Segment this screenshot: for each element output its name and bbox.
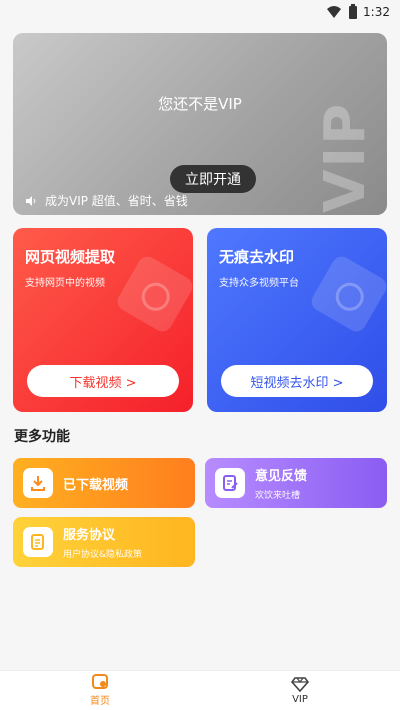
download-icon bbox=[23, 468, 53, 498]
func-title: 已下载视频 bbox=[63, 477, 129, 493]
feedback-edit-icon bbox=[215, 468, 245, 498]
battery-icon bbox=[349, 3, 358, 19]
remove-watermark-button[interactable]: 短视频去水印 > bbox=[221, 365, 373, 397]
nav-home[interactable]: 首页 bbox=[0, 671, 200, 710]
vip-status-title: 您还不是VIP bbox=[158, 95, 242, 113]
func-title: 服务协议 bbox=[63, 528, 116, 543]
feedback-item[interactable]: 意见反馈 欢饮来吐槽 bbox=[205, 458, 387, 508]
nav-home-label: 首页 bbox=[90, 696, 110, 707]
func-title: 意见反馈 bbox=[255, 469, 308, 484]
web-video-extract-card[interactable]: 网页视频提取 支持网页中的视频 下载视频 > bbox=[13, 228, 193, 412]
speaker-icon bbox=[26, 195, 36, 206]
vip-banner[interactable]: VIP 您还不是VIP 立即开通 成为VIP 超值、省时、省钱 bbox=[13, 33, 387, 215]
status-time: 1:32 bbox=[363, 5, 390, 19]
card-title: 无痕去水印 bbox=[219, 248, 295, 266]
card-subtitle: 支持网页中的视频 bbox=[25, 278, 105, 289]
camera-decor-icon bbox=[114, 253, 193, 335]
wifi-icon bbox=[327, 6, 342, 18]
nav-vip-label: VIP bbox=[292, 694, 308, 705]
downloaded-videos-item[interactable]: 已下载视频 bbox=[13, 458, 195, 508]
vip-tip-text: 成为VIP 超值、省时、省钱 bbox=[45, 194, 188, 208]
vip-watermark: VIP bbox=[313, 101, 378, 213]
card-title: 网页视频提取 bbox=[25, 248, 116, 266]
document-icon bbox=[23, 527, 53, 557]
open-vip-button[interactable]: 立即开通 bbox=[170, 165, 256, 193]
func-subtitle: 用户协议&隐私政策 bbox=[63, 550, 143, 560]
nav-vip[interactable]: VIP bbox=[200, 671, 400, 710]
func-subtitle: 欢饮来吐槽 bbox=[255, 491, 301, 501]
bottom-nav: 首页 VIP bbox=[0, 670, 400, 710]
home-icon bbox=[92, 674, 108, 689]
watermark-remove-card[interactable]: 无痕去水印 支持众多视频平台 短视频去水印 > bbox=[207, 228, 387, 412]
vip-tip: 成为VIP 超值、省时、省钱 bbox=[25, 192, 188, 209]
service-agreement-item[interactable]: 服务协议 用户协议&隐私政策 bbox=[13, 517, 195, 567]
watermark-decor-icon bbox=[308, 253, 387, 335]
diamond-icon bbox=[291, 677, 309, 692]
status-bar: 1:32 bbox=[0, 0, 400, 24]
card-subtitle: 支持众多视频平台 bbox=[219, 278, 299, 289]
more-functions-title: 更多功能 bbox=[14, 429, 70, 445]
download-video-button[interactable]: 下载视频 > bbox=[27, 365, 179, 397]
